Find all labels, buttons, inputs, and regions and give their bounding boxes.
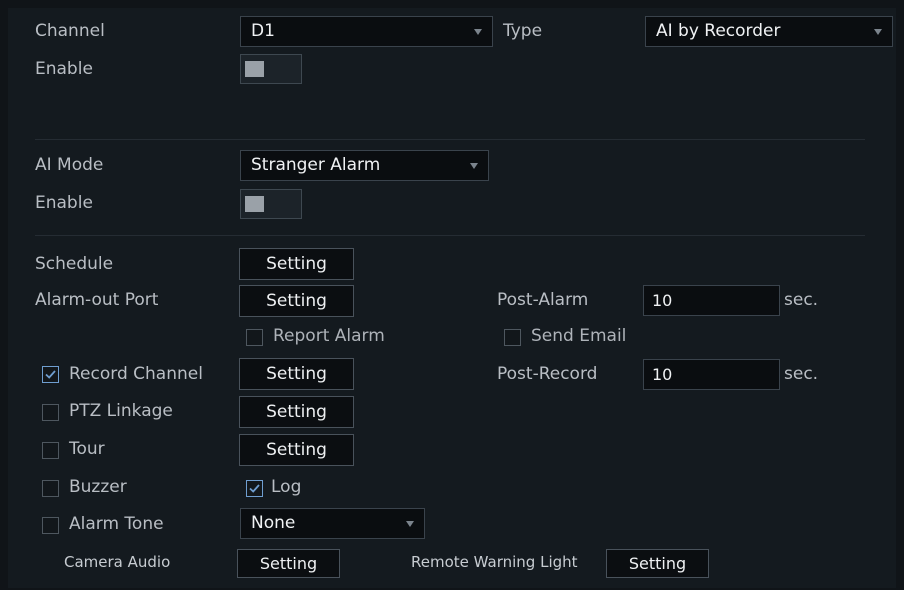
schedule-setting-button[interactable]: Setting	[239, 248, 354, 280]
post-record-label: Post-Record	[497, 364, 598, 384]
ai-enable-label: Enable	[35, 193, 93, 213]
type-select[interactable]: AI by Recorder	[645, 16, 893, 47]
log-checkbox[interactable]	[246, 480, 263, 497]
alarm-tone-value: None	[251, 513, 296, 533]
chevron-down-icon	[874, 29, 882, 35]
tour-setting-button[interactable]: Setting	[239, 434, 354, 466]
ptz-linkage-checkbox[interactable]	[42, 404, 59, 421]
post-record-input[interactable]: 10	[643, 359, 780, 390]
section-divider	[35, 235, 865, 236]
tour-label: Tour	[69, 439, 105, 459]
alarm-out-port-label: Alarm-out Port	[35, 290, 159, 310]
camera-audio-setting-button[interactable]: Setting	[237, 549, 340, 578]
post-alarm-label: Post-Alarm	[497, 290, 589, 310]
channel-value: D1	[251, 21, 275, 41]
send-email-checkbox[interactable]	[504, 329, 521, 346]
toggle-knob	[245, 61, 264, 77]
tour-checkbox[interactable]	[42, 442, 59, 459]
ai-mode-label: AI Mode	[35, 155, 104, 175]
ptz-linkage-setting-button[interactable]: Setting	[239, 396, 354, 428]
chevron-down-icon	[406, 521, 414, 527]
chevron-down-icon	[470, 163, 478, 169]
record-channel-setting-button[interactable]: Setting	[239, 358, 354, 390]
toggle-knob	[245, 196, 264, 212]
post-record-unit: sec.	[784, 364, 819, 384]
buzzer-checkbox[interactable]	[42, 480, 59, 497]
ai-mode-select[interactable]: Stranger Alarm	[240, 150, 489, 181]
alarm-tone-checkbox[interactable]	[42, 517, 59, 534]
alarm-tone-select[interactable]: None	[240, 508, 425, 539]
camera-audio-label: Camera Audio	[64, 553, 171, 571]
post-alarm-input[interactable]: 10	[643, 285, 780, 316]
buzzer-label: Buzzer	[69, 477, 127, 497]
type-label: Type	[503, 21, 543, 41]
channel-label: Channel	[35, 21, 105, 41]
post-alarm-unit: sec.	[784, 290, 819, 310]
schedule-label: Schedule	[35, 254, 114, 274]
alarm-tone-label: Alarm Tone	[69, 514, 164, 534]
chevron-down-icon	[474, 29, 482, 35]
enable-label: Enable	[35, 59, 93, 79]
record-channel-checkbox[interactable]	[42, 366, 59, 383]
send-email-label: Send Email	[531, 326, 627, 346]
remote-warning-light-setting-button[interactable]: Setting	[606, 549, 709, 578]
record-channel-label: Record Channel	[69, 364, 203, 384]
channel-select[interactable]: D1	[240, 16, 493, 47]
section-divider	[35, 139, 865, 140]
alarm-settings-panel: Channel D1 Type AI by Recorder Enable AI…	[8, 8, 896, 588]
ai-mode-value: Stranger Alarm	[251, 155, 381, 175]
enable-toggle[interactable]	[240, 54, 302, 84]
remote-warning-light-label: Remote Warning Light	[411, 553, 578, 571]
ptz-linkage-label: PTZ Linkage	[69, 401, 173, 421]
checkmark-icon	[45, 370, 56, 379]
report-alarm-label: Report Alarm	[273, 326, 385, 346]
type-value: AI by Recorder	[656, 21, 781, 41]
checkmark-icon	[249, 484, 260, 493]
alarm-out-setting-button[interactable]: Setting	[239, 285, 354, 317]
log-label: Log	[271, 477, 302, 497]
report-alarm-checkbox[interactable]	[246, 329, 263, 346]
ai-enable-toggle[interactable]	[240, 189, 302, 219]
